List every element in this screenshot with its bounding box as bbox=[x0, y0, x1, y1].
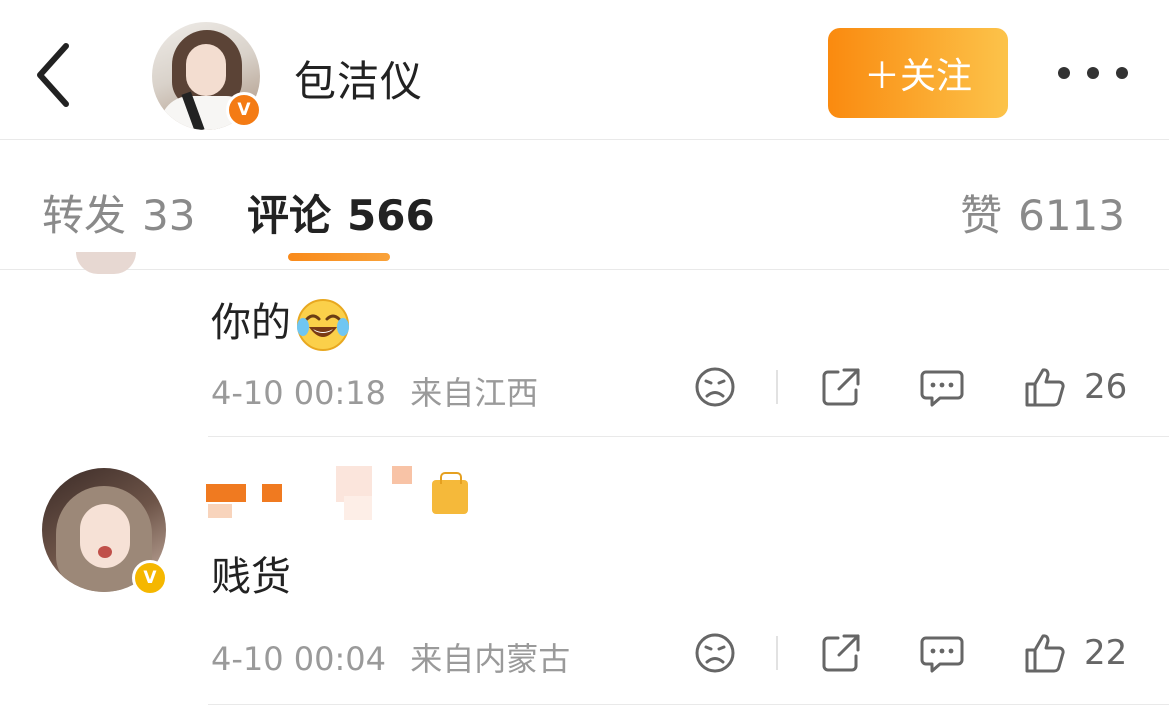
comment-icon bbox=[920, 636, 964, 673]
comment-body: 贱货 bbox=[211, 554, 291, 600]
tab-comments-count: 566 bbox=[347, 191, 435, 240]
share-button[interactable] bbox=[820, 628, 862, 678]
comment-actions: 26 bbox=[690, 362, 1130, 412]
tab-comments[interactable]: 评论 566 bbox=[247, 182, 435, 243]
comment-time: 4-10 00:04 bbox=[211, 640, 387, 678]
back-button[interactable] bbox=[28, 40, 84, 110]
like-button[interactable]: 26 bbox=[1024, 362, 1127, 412]
follow-button[interactable]: ＋关注 bbox=[828, 28, 1008, 118]
comment-icon bbox=[920, 370, 964, 407]
dislike-button[interactable] bbox=[694, 628, 736, 678]
tab-comments-label: 评论 bbox=[247, 191, 332, 240]
share-button[interactable] bbox=[820, 362, 862, 412]
tab-forward-count: 33 bbox=[142, 191, 196, 240]
comment-location: 来自江西 bbox=[410, 374, 539, 412]
comment-actions: 22 bbox=[690, 628, 1130, 678]
laugh-cry-emoji bbox=[297, 299, 349, 351]
badge-icon bbox=[432, 480, 468, 514]
commenter-avatar[interactable] bbox=[76, 252, 136, 274]
more-icon[interactable] bbox=[1058, 58, 1128, 88]
tab-likes-label: 赞 bbox=[960, 191, 1003, 240]
thumbs-up-icon bbox=[1025, 368, 1065, 407]
comment-time: 4-10 00:18 bbox=[211, 374, 387, 412]
tab-forward-label: 转发 bbox=[42, 191, 127, 240]
tab-forward[interactable]: 转发 33 bbox=[42, 182, 195, 243]
weibo-post-comments-page: V 包洁仪 ＋关注 转发 33 评论 566 赞 6113 你的 4-10 00… bbox=[0, 0, 1169, 726]
action-separator bbox=[776, 636, 778, 670]
tab-likes-count: 6113 bbox=[1018, 191, 1125, 240]
dislike-face-icon bbox=[695, 367, 735, 407]
comment-divider bbox=[208, 704, 1169, 705]
tabs-divider bbox=[0, 269, 1169, 270]
tab-likes[interactable]: 赞 6113 bbox=[960, 182, 1125, 243]
dislike-button[interactable] bbox=[694, 362, 736, 412]
share-icon bbox=[822, 368, 860, 406]
dislike-face-icon bbox=[695, 633, 735, 673]
share-icon bbox=[822, 634, 860, 672]
comment-location: 来自内蒙古 bbox=[410, 640, 571, 678]
reply-button[interactable] bbox=[920, 628, 964, 678]
thumbs-up-icon bbox=[1025, 634, 1065, 673]
tab-bar: 转发 33 评论 566 赞 6113 bbox=[0, 140, 1169, 270]
back-arrow-icon bbox=[37, 43, 69, 107]
like-count: 26 bbox=[1084, 367, 1128, 407]
commenter-name-redacted[interactable] bbox=[204, 466, 474, 522]
verified-icon: V bbox=[226, 92, 262, 128]
header-bar: V 包洁仪 ＋关注 bbox=[0, 0, 1169, 139]
comment-meta: 4-10 00:04 来自内蒙古 bbox=[211, 634, 570, 680]
comment-meta: 4-10 00:18 来自江西 bbox=[211, 368, 538, 414]
like-button[interactable]: 22 bbox=[1024, 628, 1127, 678]
reply-button[interactable] bbox=[920, 362, 964, 412]
author-name[interactable]: 包洁仪 bbox=[294, 48, 423, 109]
action-separator bbox=[776, 370, 778, 404]
comment-body: 你的 bbox=[211, 300, 291, 346]
verified-icon: V bbox=[132, 560, 168, 596]
like-count: 22 bbox=[1084, 633, 1128, 673]
comment-divider bbox=[208, 436, 1169, 437]
comment-text: 你的 bbox=[211, 290, 351, 353]
active-tab-indicator bbox=[288, 253, 390, 261]
